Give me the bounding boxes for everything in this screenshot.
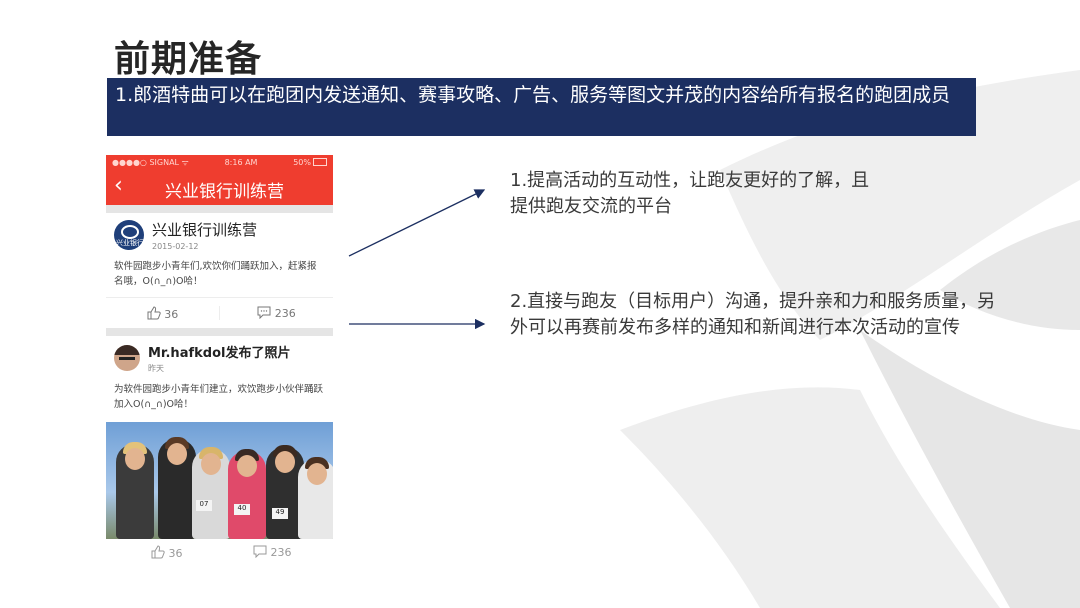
like-count: 36 xyxy=(168,546,183,560)
carrier-signal: ●●●●○ SIGNAL ᯤ xyxy=(112,157,189,167)
benefit-point-2: 2.直接与跑友（目标用户）沟通，提升亲和力和服务质量，另外可以再赛前发布多样的通… xyxy=(510,291,996,338)
runner-figure xyxy=(116,442,154,539)
nav-bar: ‹ 兴业银行训练营 xyxy=(106,169,333,205)
banner-text: 1.郎酒特曲可以在跑团内发送通知、赛事攻略、广告、服务等图文并茂的内容给所有报名… xyxy=(107,78,976,136)
post-date: 昨天 xyxy=(148,364,164,373)
race-bib: 49 xyxy=(272,508,288,519)
post-photo[interactable]: 07 40 49 xyxy=(106,422,333,539)
comment-count: 236 xyxy=(270,546,292,559)
thumbs-up-icon xyxy=(151,544,165,558)
arrow-to-point-1 xyxy=(348,189,486,257)
runner-figure xyxy=(298,457,333,539)
battery-indicator: 50% xyxy=(293,158,327,167)
divider xyxy=(106,328,333,336)
runner-figure xyxy=(192,447,230,539)
comment-count: 236 xyxy=(274,307,296,320)
runner-figure xyxy=(158,437,196,539)
status-bar: ●●●●○ SIGNAL ᯤ 8:16 AM 50% xyxy=(106,155,333,169)
thumbs-up-icon xyxy=(147,305,161,319)
comment-icon xyxy=(253,545,267,559)
like-count: 36 xyxy=(164,307,179,321)
post-text: 软件园跑步小青年们,欢饮你们踊跃加入，赶紧报名哦，O(∩_∩)O哈！ xyxy=(114,261,317,287)
slide-title: 前期准备 xyxy=(114,39,263,80)
post-author[interactable]: 兴业银行训练营 xyxy=(152,219,257,240)
feed-post: Mr.hafkdol发布了照片 昨天 为软件园跑步小青年们建立，欢饮跑步小伙伴踊… xyxy=(106,336,333,565)
post-text: 为软件园跑步小青年们建立，欢饮跑步小伙伴踊跃加入O(∩_∩)O哈！ xyxy=(114,384,324,410)
benefit-point-1: 1.提高活动的互动性，让跑友更好的了解，且提供跑友交流的平台 xyxy=(510,170,870,217)
user-avatar[interactable] xyxy=(114,345,140,371)
battery-icon xyxy=(312,158,327,166)
comment-icon xyxy=(257,306,271,320)
race-bib: 07 xyxy=(196,500,212,511)
runner-figure xyxy=(228,449,266,539)
feed-post: 兴业银行 兴业银行训练营 2015-02-12 软件园跑步小青年们,欢饮你们踊跃… xyxy=(106,213,333,328)
phone-screenshot: ●●●●○ SIGNAL ᯤ 8:16 AM 50% ‹ 兴业银行训练营 兴业银… xyxy=(106,155,333,568)
post-author[interactable]: Mr.hafkdol发布了照片 xyxy=(148,342,290,361)
nav-title: 兴业银行训练营 xyxy=(165,182,284,202)
like-button[interactable]: 36 xyxy=(106,305,219,321)
status-time: 8:16 AM xyxy=(224,157,258,167)
like-button[interactable]: 36 xyxy=(114,544,220,560)
comment-button[interactable]: 236 xyxy=(219,306,333,320)
bank-logo-avatar[interactable]: 兴业银行 xyxy=(114,220,144,250)
post-date: 2015-02-12 xyxy=(152,242,199,251)
race-bib: 40 xyxy=(234,504,250,515)
comment-button[interactable]: 236 xyxy=(220,545,326,559)
divider xyxy=(106,205,333,213)
